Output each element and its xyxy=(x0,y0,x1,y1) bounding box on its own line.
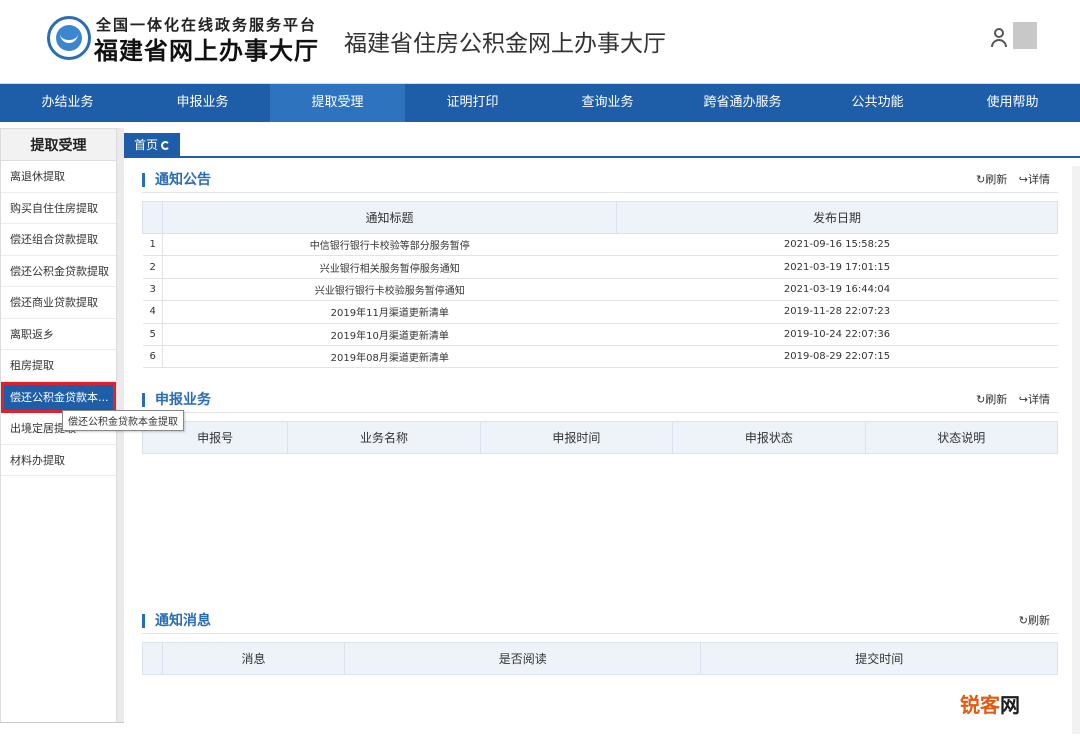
notices-actions: ↻刷新 ↪详情 xyxy=(968,171,1050,187)
notices-table: 通知标题 发布日期 1 中信银行银行卡校验等部分服务暂停 2021-09-16 15… xyxy=(142,201,1058,369)
sidebar-tooltip: 偿还公积金贷款本金提取 xyxy=(62,410,184,431)
declarations-refresh-label: 刷新 xyxy=(985,393,1008,406)
refresh-icon[interactable] xyxy=(161,141,171,150)
gutter xyxy=(117,128,124,736)
sidebar-item-material[interactable]: 材料办提取 xyxy=(1,445,116,476)
notices-refresh-button[interactable]: ↻刷新 xyxy=(976,173,1007,186)
table-header: 申报时间 xyxy=(479,421,674,454)
sidebar-item-rent[interactable]: 租房提取 xyxy=(1,350,116,382)
notice-date-cell: 2019-11-28 22:07:23 xyxy=(616,300,1058,324)
notice-date-cell: 2019-10-24 22:07:36 xyxy=(616,323,1058,346)
sidebar-item-fund-loan-principal[interactable]: 偿还公积金贷款本... xyxy=(1,381,116,413)
messages-title: 通知消息 xyxy=(142,614,211,628)
nav-item-cross-province[interactable]: 跨省通办服务 xyxy=(675,84,810,122)
table-header: 提交时间 xyxy=(700,642,1058,675)
notice-title-cell[interactable]: 2019年10月渠道更新清单 xyxy=(162,323,617,346)
table-row[interactable]: 4 2019年11月渠道更新清单 2019-11-28 22:07:23 xyxy=(142,300,1058,324)
declarations-table: 申报号 业务名称 申报时间 申报状态 状态说明 xyxy=(141,421,1059,454)
divider xyxy=(142,192,1058,193)
declarations-title: 申报业务 xyxy=(142,393,211,407)
watermark-part2: 网 xyxy=(1000,693,1020,717)
notice-date-cell: 2021-09-16 15:58:25 xyxy=(616,233,1058,257)
row-index: 4 xyxy=(142,300,163,324)
tab-home-label: 首页 xyxy=(134,138,159,152)
row-index: 2 xyxy=(142,255,163,279)
table-header: 发布日期 xyxy=(616,201,1058,234)
notice-date-cell: 2021-03-19 16:44:04 xyxy=(616,278,1058,302)
sidebar-title: 提取受理 xyxy=(1,129,116,161)
notice-title-cell[interactable]: 中信银行银行卡校验等部分服务暂停 xyxy=(162,233,617,257)
table-row[interactable]: 1 中信银行银行卡校验等部分服务暂停 2021-09-16 15:58:25 xyxy=(142,233,1058,257)
nav-item-query[interactable]: 查询业务 xyxy=(540,84,675,122)
notice-title-cell[interactable]: 兴业银行银行卡校验服务暂停通知 xyxy=(162,278,617,302)
nav-item-completed-business[interactable]: 办结业务 xyxy=(0,84,135,122)
notice-title-cell[interactable]: 兴业银行相关服务暂停服务通知 xyxy=(162,255,617,279)
table-header: 业务名称 xyxy=(287,421,481,454)
sidebar-item-retirement[interactable]: 离退休提取 xyxy=(1,161,116,193)
declarations-detail-label: 详情 xyxy=(1028,393,1050,406)
sidebar-item-return-home[interactable]: 离职返乡 xyxy=(1,319,116,350)
row-index: 1 xyxy=(142,233,163,257)
messages-table: 消息 是否阅读 提交时间 xyxy=(142,642,1058,675)
table-row[interactable]: 3 兴业银行银行卡校验服务暂停通知 2021-03-19 16:44:04 xyxy=(142,278,1058,302)
notices-detail-label: 详情 xyxy=(1028,173,1050,186)
sidebar-item-fund-loan[interactable]: 偿还公积金贷款提取 xyxy=(1,256,116,287)
table-header: 消息 xyxy=(162,642,345,675)
table-header: 是否阅读 xyxy=(343,642,702,675)
notices-refresh-label: 刷新 xyxy=(985,173,1008,186)
watermark-part1: 锐客 xyxy=(960,693,1000,717)
row-index: 3 xyxy=(142,278,163,302)
tab-home[interactable]: 首页 xyxy=(124,133,181,158)
messages-refresh-label: 刷新 xyxy=(1028,614,1050,627)
logo-emblem-icon xyxy=(47,16,91,60)
declarations-actions: ↻刷新 ↪详情 xyxy=(968,391,1050,407)
row-index: 6 xyxy=(142,345,163,369)
notice-title-cell[interactable]: 2019年11月渠道更新清单 xyxy=(162,300,617,324)
table-row[interactable]: 5 2019年10月渠道更新清单 2019-10-24 22:07:36 xyxy=(142,323,1058,346)
messages-refresh-button[interactable]: ↻刷新 xyxy=(1019,614,1050,627)
nav-item-public-functions[interactable]: 公共功能 xyxy=(810,84,945,122)
declarations-refresh-button[interactable]: ↻刷新 xyxy=(976,393,1007,406)
table-header-index xyxy=(142,642,163,675)
site-title: 福建省住房公积金网上办事大厅 xyxy=(344,31,666,57)
messages-actions: ↻刷新 xyxy=(1011,612,1050,628)
notice-date-cell: 2021-03-19 17:01:15 xyxy=(616,255,1058,279)
nav-item-certificate-print[interactable]: 证明打印 xyxy=(405,84,540,122)
table-row[interactable]: 2 兴业银行相关服务暂停服务通知 2021-03-19 17:01:15 xyxy=(142,255,1058,279)
avatar[interactable] xyxy=(1013,22,1037,49)
declarations-detail-button[interactable]: ↪详情 xyxy=(1019,393,1050,406)
divider xyxy=(142,633,1058,634)
notice-title-cell[interactable]: 2019年08月渠道更新清单 xyxy=(162,345,617,369)
table-header: 状态说明 xyxy=(864,421,1059,454)
sidebar-item-buy-home[interactable]: 购买自住住房提取 xyxy=(1,193,116,224)
main-content: 首页 通知公告 ↻刷新 ↪详情 通知标题 发布日期 1 中信银行银行卡校验等部分服… xyxy=(124,128,1080,736)
logo-title: 福建省网上办事大厅 xyxy=(94,36,319,65)
row-index: 5 xyxy=(142,323,163,346)
main-nav: 办结业务 申报业务 提取受理 证明打印 查询业务 跨省通办服务 公共功能 使用帮… xyxy=(0,84,1080,122)
divider xyxy=(142,412,1058,413)
nav-item-declare-business[interactable]: 申报业务 xyxy=(135,84,270,122)
table-header: 通知标题 xyxy=(162,201,617,234)
table-header: 申报状态 xyxy=(672,421,866,454)
vertical-scrollbar[interactable] xyxy=(1072,166,1080,734)
nav-item-help[interactable]: 使用帮助 xyxy=(945,84,1080,122)
tab-bar: 首页 xyxy=(124,130,1080,158)
user-icon[interactable] xyxy=(990,28,1008,48)
watermark-logo: 锐客网 xyxy=(960,689,1020,718)
sidebar-item-commercial-loan[interactable]: 偿还商业贷款提取 xyxy=(1,287,116,319)
notices-title: 通知公告 xyxy=(142,173,211,187)
table-header-index xyxy=(142,201,163,234)
notice-date-cell: 2019-08-29 22:07:15 xyxy=(616,345,1058,369)
header: 全国一体化在线政务服务平台 福建省网上办事大厅 福建省住房公积金网上办事大厅 xyxy=(0,0,1080,84)
nav-item-withdrawal[interactable]: 提取受理 xyxy=(270,84,405,122)
table-row[interactable]: 6 2019年08月渠道更新清单 2019-08-29 22:07:15 xyxy=(142,345,1058,369)
sidebar-item-combined-loan[interactable]: 偿还组合贷款提取 xyxy=(1,224,116,256)
notices-detail-button[interactable]: ↪详情 xyxy=(1019,173,1050,186)
